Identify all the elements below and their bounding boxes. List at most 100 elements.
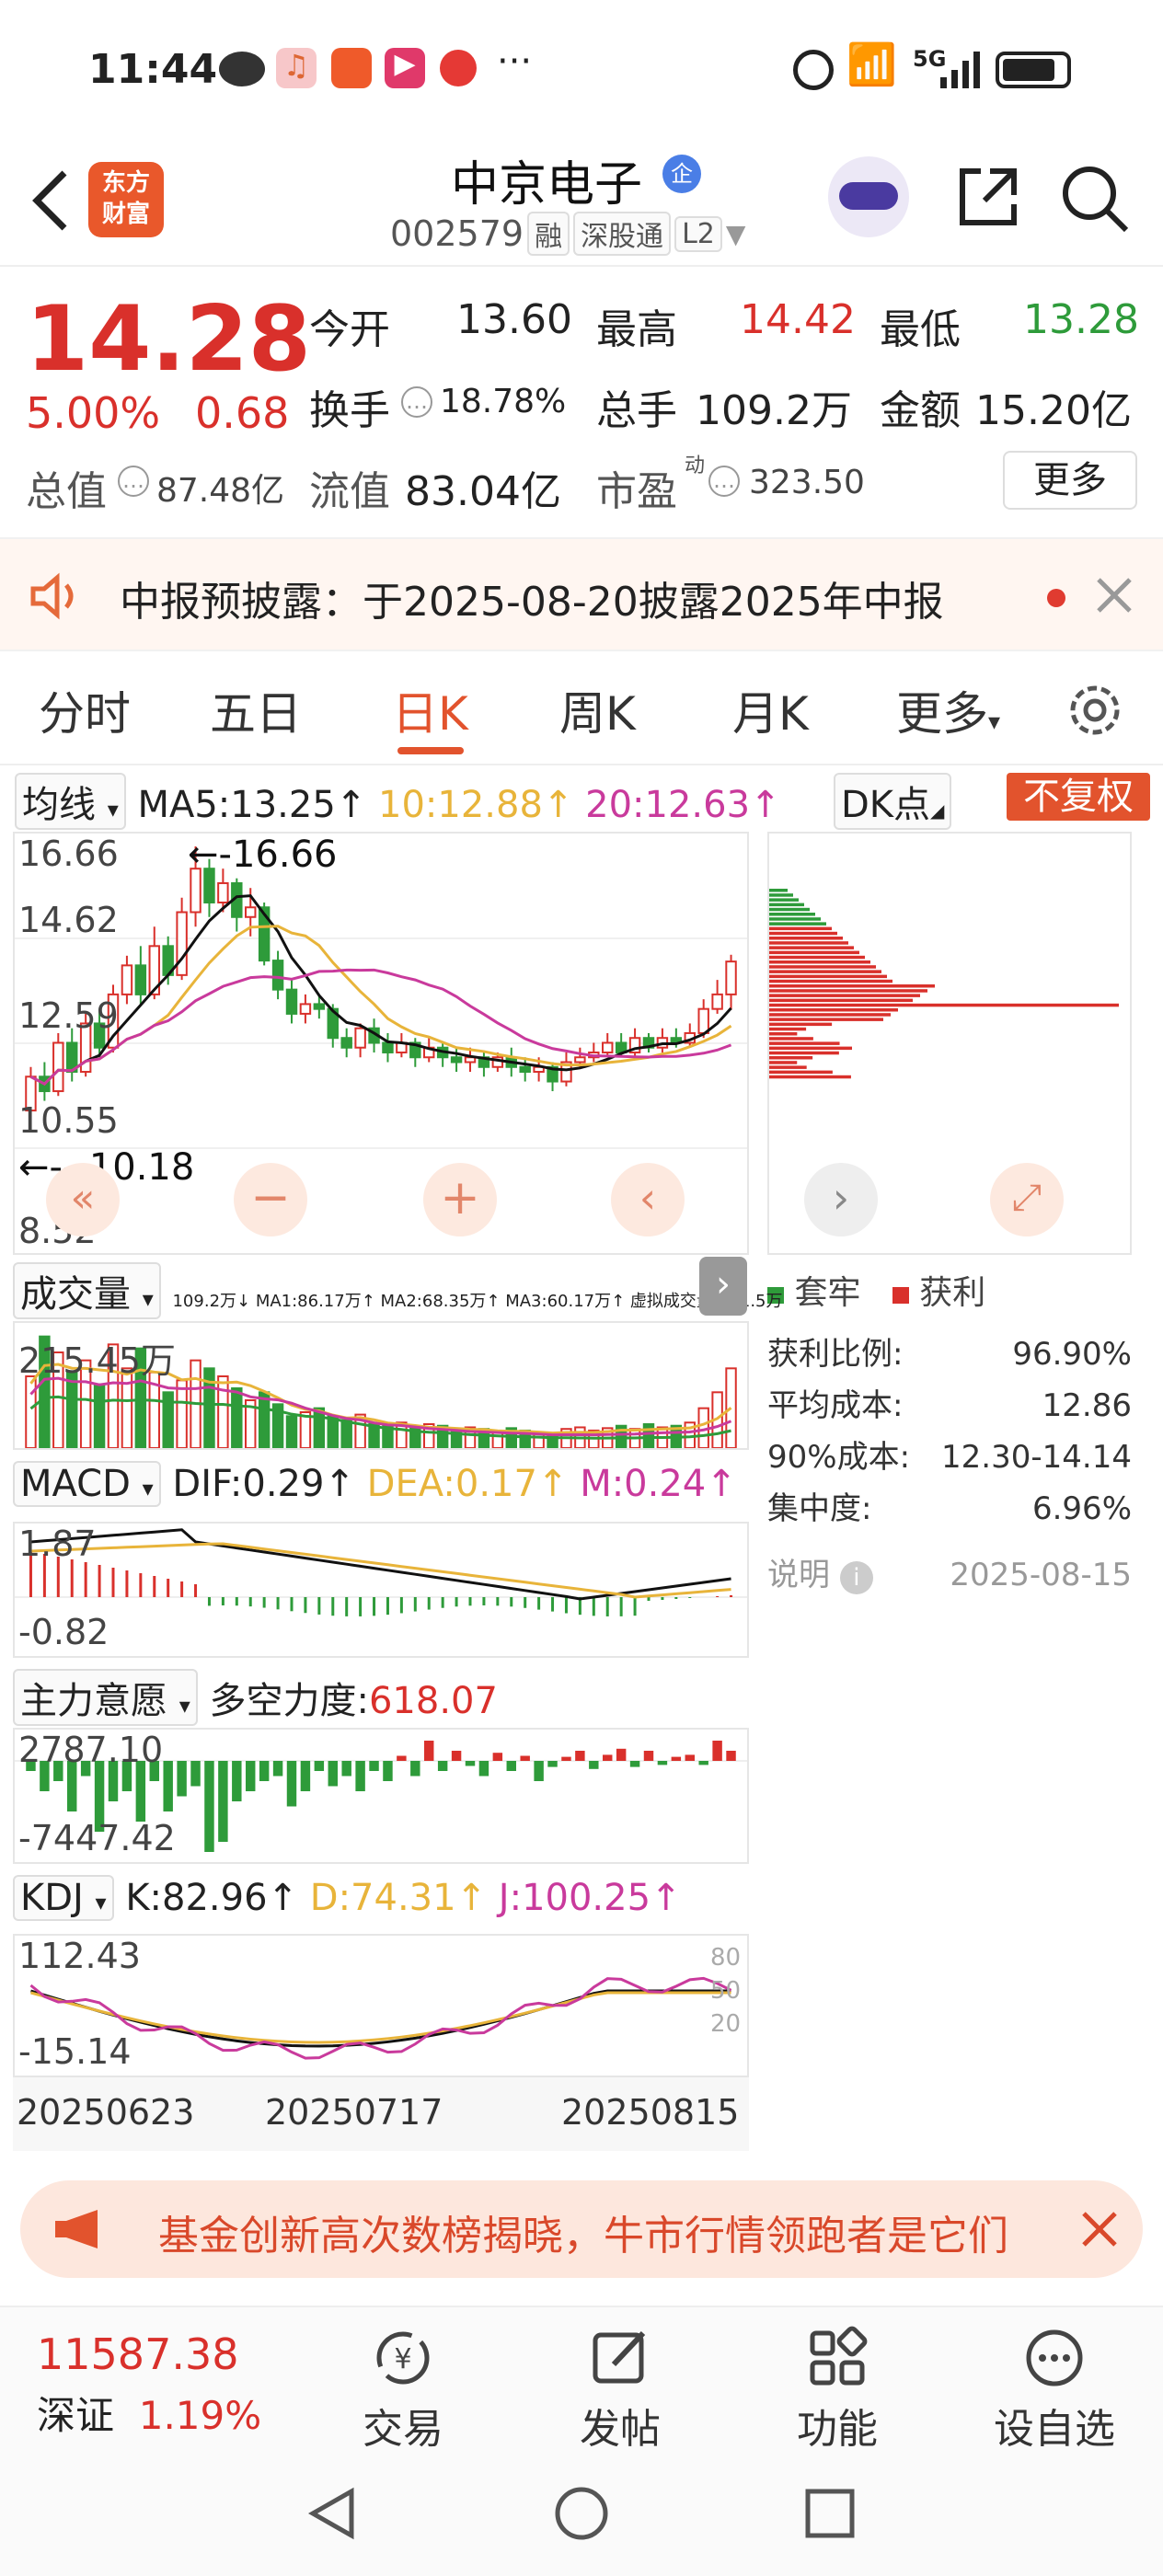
macd-y-bottom: -0.82 (18, 1612, 109, 1652)
macd-panel[interactable]: 1.87 -0.82 (13, 1522, 749, 1658)
chip-bar (769, 1075, 851, 1079)
force-bar (547, 1761, 558, 1767)
nav-functions[interactable]: 功能 (773, 2326, 902, 2455)
volume-bar (642, 1423, 655, 1449)
force-bar (492, 1753, 503, 1761)
expand-button[interactable]: ⤢ (990, 1163, 1064, 1236)
triangle-back-icon (307, 2487, 354, 2540)
candle-body (299, 1003, 312, 1015)
chevron-down-icon[interactable]: ▼ (726, 219, 746, 249)
home-nav-button[interactable] (552, 2484, 611, 2543)
enterprise-badge: 企 (662, 155, 701, 193)
search-button[interactable] (1058, 162, 1132, 236)
video-icon: ▶ (385, 48, 425, 88)
scroll-left-button[interactable]: « (46, 1163, 120, 1236)
nav-trade[interactable]: ¥ 交易 (339, 2326, 467, 2455)
dk-point-selector[interactable]: DK点◢ (834, 773, 952, 830)
stock-meta: 002579 融 深股通 L2 ▼ (390, 212, 745, 256)
high-value: 14.42 (740, 296, 856, 343)
tab-daily-k[interactable]: 日K (392, 677, 468, 743)
pe-superscript: 动 (685, 454, 706, 477)
chip-bar (769, 917, 821, 921)
ai-assistant-avatar[interactable] (828, 156, 909, 237)
chip-row-label: 获利比例: (767, 1336, 904, 1373)
more-button[interactable]: 更多 (1003, 451, 1137, 510)
kdj-selector[interactable]: KDJ ▾ (13, 1875, 114, 1921)
nav-post[interactable]: 发帖 (556, 2326, 685, 2455)
chip-bar (769, 889, 788, 892)
ad-banner[interactable]: 基金创新高次数榜揭晓，牛市行情领跑者是它们 (20, 2180, 1143, 2278)
force-panel[interactable]: 2787.10 -7447.42 (13, 1728, 749, 1864)
ma10-value: 10:12.88↑ (378, 784, 574, 826)
back-button[interactable] (24, 164, 79, 237)
caret-down-icon: ▾ (988, 708, 1001, 736)
chip-bar (769, 1037, 813, 1041)
macd-selector[interactable]: MACD ▾ (13, 1461, 161, 1507)
kdj-level-20: 20 (710, 2010, 742, 2038)
eastmoney-logo[interactable]: 东方 财富 (88, 162, 164, 237)
last-price: 14.28 (26, 287, 311, 392)
tab-weekly-k[interactable]: 周K (559, 677, 636, 743)
candle-body (697, 1007, 709, 1034)
chip-row-label: 90%成本: (767, 1439, 911, 1476)
close-notice-button[interactable] (1093, 574, 1135, 616)
macd-m: M:0.24↑ (580, 1463, 737, 1505)
share-button[interactable] (953, 162, 1023, 232)
open-label: 今开 (309, 306, 390, 353)
volume-selector[interactable]: 成交量 ▾ (13, 1262, 161, 1319)
candle-body (217, 881, 229, 903)
force-bar (328, 1761, 338, 1787)
info-icon[interactable]: … (118, 466, 149, 497)
chip-note-button[interactable]: 说明 i (767, 1549, 873, 1601)
adjust-button[interactable]: 不复权 (1007, 773, 1150, 821)
kdj-d: D:74.31↑ (309, 1877, 488, 1919)
tab-more[interactable]: 更多▾ (896, 677, 1000, 743)
candle-body (176, 911, 188, 976)
kdj-j: J:100.25↑ (498, 1877, 682, 1919)
legend-trapped: 套牢 (794, 1274, 861, 1312)
tab-intraday[interactable]: 分时 (39, 677, 131, 743)
kdj-y-bottom: -15.14 (18, 2031, 132, 2072)
wifi-icon: 📶 (846, 41, 897, 88)
caret-down-icon: ▾ (142, 1286, 154, 1312)
ma-header: 均线 ▾ MA5:13.25↑ 10:12.88↑ 20:12.63↑ (15, 773, 781, 830)
candle-body (602, 1041, 614, 1053)
volume-bar (231, 1387, 243, 1449)
kline-panel[interactable]: 16.66 14.62 12.59 10.55 8.52 ←-16.66 ←--… (13, 832, 749, 1255)
tab-five-day[interactable]: 五日 (210, 677, 302, 743)
zoom-in-button[interactable]: + (423, 1163, 497, 1236)
chip-bar (769, 1056, 813, 1060)
info-icon[interactable]: … (401, 386, 432, 418)
search-icon (1063, 167, 1129, 233)
step-right-button[interactable]: › (804, 1163, 878, 1236)
stock-name: 中京电子 (451, 157, 643, 213)
force-selector[interactable]: 主力意愿 ▾ (13, 1669, 198, 1726)
close-ad-button[interactable] (1078, 2208, 1121, 2250)
back-nav-button[interactable] (305, 2486, 361, 2541)
kdj-panel[interactable]: 112.43 -15.14 80 50 20 (13, 1934, 749, 2077)
volume-panel[interactable]: 215.45万 (13, 1321, 749, 1450)
recents-nav-button[interactable] (802, 2486, 858, 2541)
index-ticker[interactable]: 11587.38 深证 1.19% (37, 2329, 313, 2441)
tab-monthly-k[interactable]: 月K (732, 677, 809, 743)
zoom-out-button[interactable]: − (234, 1163, 307, 1236)
info-icon[interactable]: … (708, 466, 740, 497)
nav-add-watchlist[interactable]: 设自选 (990, 2326, 1119, 2455)
step-left-button[interactable]: ‹ (611, 1163, 685, 1236)
chart-area: 均线 ▾ MA5:13.25↑ 10:12.88↑ 20:12.63↑ DK点◢… (0, 765, 1163, 2164)
y-label-3: 12.59 (18, 995, 119, 1036)
signal-icon (938, 52, 985, 88)
candle-body (313, 1003, 326, 1010)
x-date-2: 20250717 (265, 2092, 443, 2133)
force-bar (383, 1761, 393, 1781)
settings-button[interactable] (1064, 679, 1126, 742)
ma-selector[interactable]: 均线 ▾ (15, 773, 126, 830)
chip-note-label: 说明 (767, 1557, 830, 1593)
notice-bar[interactable]: 中报预披露：于2025-08-20披露2025年中报 (0, 537, 1163, 651)
indicator-nav-button[interactable]: › (699, 1257, 747, 1316)
kdj-levels: 80 50 20 (710, 1941, 741, 2041)
change-pct: 5.00% (26, 388, 161, 438)
chip-distribution-panel[interactable]: › ⤢ (767, 832, 1132, 1255)
megaphone-icon (52, 2208, 107, 2250)
force-bar (726, 1751, 736, 1761)
